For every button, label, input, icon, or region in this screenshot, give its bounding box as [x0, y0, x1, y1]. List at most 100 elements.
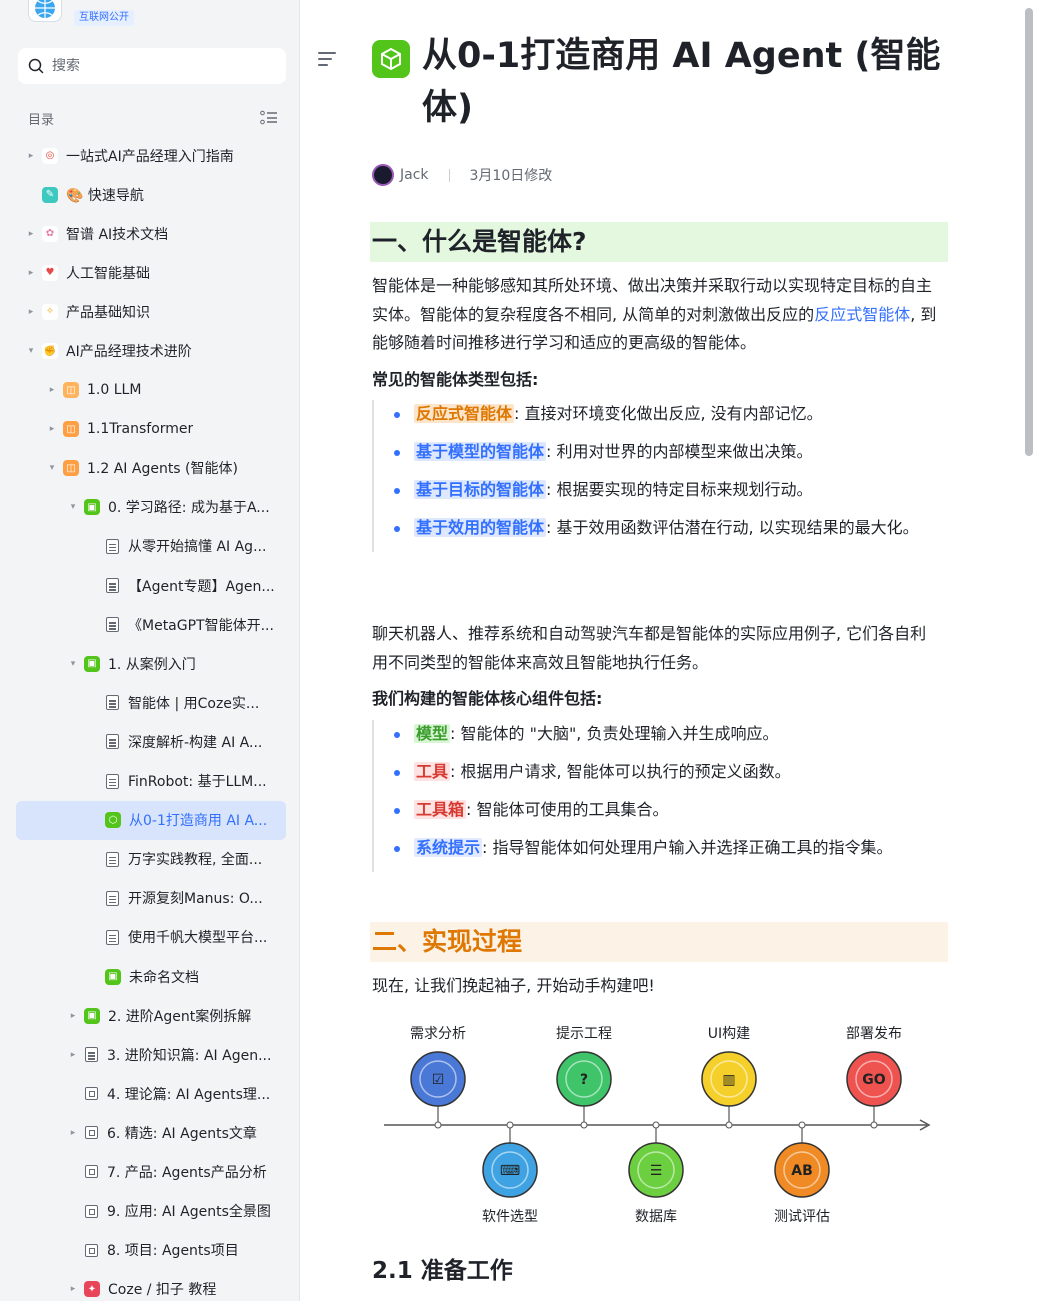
toc-item[interactable]: 使用千帆大模型平台...: [16, 918, 286, 957]
section-heading-1: 一、什么是智能体?: [370, 222, 948, 262]
box-doc-icon: [85, 1126, 98, 1140]
timeline-node: GO 部署发布: [846, 1026, 902, 1129]
timeline-node: ? 提示工程: [556, 1026, 612, 1129]
flexed-biceps-emoji-icon: ✊: [42, 343, 58, 360]
collapse-arrow-icon[interactable]: ▸: [26, 307, 36, 317]
collapse-arrow-icon[interactable]: ▸: [47, 424, 57, 434]
search-input[interactable]: [52, 58, 252, 74]
svg-text:☑: ☑: [432, 1072, 445, 1088]
toc-item[interactable]: ▸ ✧ 产品基础知识: [16, 292, 286, 331]
toc-item-label: AI产品经理技术进阶: [66, 344, 192, 361]
document-pane: 从0-1打造商用 AI Agent (智能体) Jack 3月10日修改 一、什…: [300, 0, 1020, 1301]
toc-item[interactable]: ▸ ◫ 1.1Transformer: [16, 410, 286, 449]
toc-item[interactable]: ▾ ▣ 0. 学习路径: 成为基于A...: [16, 488, 286, 527]
collapse-arrow-icon[interactable]: ▸: [68, 1011, 78, 1021]
list-item: 工具: 根据用户请求, 智能体可以执行的预定义函数。: [392, 758, 942, 787]
toc-item[interactable]: ▸ 6. 精选: AI Agents文章: [16, 1113, 286, 1152]
toc-item[interactable]: ▸ ♥ 人工智能基础: [16, 253, 286, 292]
expand-arrow-icon[interactable]: ▾: [68, 659, 78, 669]
dizzy-emoji-icon: ✧: [42, 303, 58, 320]
scrollbar[interactable]: [1020, 0, 1045, 1301]
timeline-node: ⌨ 软件选型: [482, 1121, 538, 1225]
toc-item-label: 1.0 LLM: [87, 382, 142, 399]
toc-item-label: 1. 从案例入门: [108, 656, 196, 673]
toc-item-label: 从零开始搞懂 AI Ag...: [128, 539, 267, 556]
toc-item[interactable]: 9. 应用: AI Agents全景图: [16, 1192, 286, 1231]
toc-item-label: 深度解析-构建 AI A...: [128, 734, 263, 751]
toc-item-label: 6. 精选: AI Agents文章: [107, 1125, 257, 1142]
toc-item[interactable]: 【Agent专题】Agen...: [16, 566, 286, 605]
toc-item[interactable]: ▾ ◫ 1.2 AI Agents (智能体): [16, 449, 286, 488]
expand-arrow-icon[interactable]: ▾: [26, 346, 36, 356]
toc-item[interactable]: ✎ 🎨 快速导航: [16, 175, 286, 214]
modified-time: 3月10日修改: [469, 168, 553, 184]
timeline-node: ☑ 需求分析: [410, 1026, 466, 1129]
toc-item-label: 智谱 AI技术文档: [66, 226, 169, 243]
toc-item-label: 1.2 AI Agents (智能体): [87, 461, 238, 478]
toc-item-label: 使用千帆大模型平台...: [128, 930, 268, 947]
collapse-arrow-icon[interactable]: ▸: [68, 1128, 78, 1138]
toc-item-label: 3. 进阶知识篇: AI Agen...: [107, 1047, 272, 1064]
outline-menu-icon[interactable]: [318, 52, 336, 66]
wiki-logo-icon[interactable]: [28, 0, 62, 22]
collapse-arrow-icon[interactable]: ▸: [68, 1050, 78, 1060]
term-description: : 直接对环境变化做出反应, 没有内部记忆。: [514, 404, 823, 423]
toc-item[interactable]: ▸ ▣ 2. 进阶Agent案例拆解: [16, 996, 286, 1035]
doc-icon: [85, 1047, 98, 1063]
scrollbar-thumb[interactable]: [1025, 8, 1033, 456]
toc-item[interactable]: 《MetaGPT智能体开...: [16, 605, 286, 644]
components-list: 模型: 智能体的 "大脑", 负责处理输入并生成响应。 工具: 根据用户请求, 智…: [372, 720, 942, 872]
list-view-icon[interactable]: [260, 110, 278, 126]
toc-item[interactable]: ▸ ✦ Coze / 扣子 教程: [16, 1270, 286, 1301]
toc-item[interactable]: FinRobot: 基于LLM...: [16, 762, 286, 801]
toc-item[interactable]: 深度解析-构建 AI A...: [16, 722, 286, 761]
toc-item[interactable]: 7. 产品: Agents产品分析: [16, 1152, 286, 1191]
collapse-arrow-icon[interactable]: ▸: [26, 229, 36, 239]
avatar[interactable]: [372, 164, 394, 186]
collapse-arrow-icon[interactable]: ▸: [26, 151, 36, 161]
toc-item[interactable]: ▸ ◫ 1.0 LLM: [16, 371, 286, 410]
toc-item[interactable]: ▸ ◎ 一站式AI产品经理入门指南: [16, 136, 286, 175]
expand-arrow-icon[interactable]: ▾: [68, 502, 78, 512]
svg-text:?: ?: [580, 1072, 588, 1088]
doc-icon: [106, 695, 119, 711]
toc-item-label: 万字实践教程, 全面...: [128, 852, 263, 869]
toc-item[interactable]: 4. 理论篇: AI Agents理...: [16, 1074, 286, 1113]
box-doc-icon: [85, 1204, 98, 1218]
svg-text:GO: GO: [862, 1072, 885, 1088]
collapse-arrow-icon[interactable]: ▸: [26, 268, 36, 278]
collapse-arrow-icon[interactable]: ▸: [47, 385, 57, 395]
toc-item[interactable]: 万字实践教程, 全面...: [16, 840, 286, 879]
search-box[interactable]: [18, 48, 286, 84]
section-heading-2: 二、实现过程: [370, 922, 948, 962]
timeline-label: 数据库: [635, 1209, 677, 1225]
toc-item[interactable]: 开源复刻Manus: O...: [16, 879, 286, 918]
list-item: 基于效用的智能体: 基于效用函数评估潜在行动, 以实现结果的最大化。: [392, 514, 942, 543]
doc-cube-icon: [372, 40, 410, 78]
reactive-agent-link[interactable]: 反应式智能体: [814, 305, 910, 324]
green-cube-icon: ⬡: [105, 812, 121, 829]
app-window: 互联网公开 目录 ▸ ◎ 一站式AI产品经理入门指南 ✎ 🎨 快速导航 ▸ ✿ 智谱 AI技术…: [0, 0, 1045, 1301]
toc-item[interactable]: ⬡ 从0-1打造商用 AI A...: [16, 800, 286, 840]
toc-item[interactable]: ▸ ✿ 智谱 AI技术文档: [16, 214, 286, 253]
list-item: 模型: 智能体的 "大脑", 负责处理输入并生成响应。: [392, 720, 942, 749]
build-intro-paragraph: 现在, 让我们挽起袖子, 开始动手构建吧!: [372, 976, 655, 995]
toc-item[interactable]: 智能体 | 用Coze实...: [16, 683, 286, 722]
expand-arrow-icon[interactable]: ▾: [47, 463, 57, 473]
toc-item[interactable]: ▸ 3. 进阶知识篇: AI Agen...: [16, 1035, 286, 1074]
timeline-label: 软件选型: [482, 1209, 538, 1225]
public-badge: 互联网公开: [74, 10, 134, 26]
timeline-node: AB 测试评估: [774, 1121, 830, 1225]
term-description: : 根据用户请求, 智能体可以执行的预定义函数。: [450, 762, 791, 781]
coze-emoji-icon: ✦: [84, 1281, 100, 1298]
toc-item[interactable]: 8. 项目: Agents项目: [16, 1231, 286, 1270]
toc-item-label: 智能体 | 用Coze实...: [128, 695, 260, 712]
toc-item[interactable]: ▾ ✊ AI产品经理技术进阶: [16, 331, 286, 370]
author-name[interactable]: Jack: [400, 167, 429, 183]
toc-label: 目录: [28, 112, 55, 128]
toc-item[interactable]: ▣ 未命名文档: [16, 957, 286, 996]
toc-tree: ▸ ◎ 一站式AI产品经理入门指南 ✎ 🎨 快速导航 ▸ ✿ 智谱 AI技术文档 ▸ ♥ 人工智能基…: [16, 136, 286, 1301]
toc-item[interactable]: 从零开始搞懂 AI Ag...: [16, 527, 286, 566]
collapse-arrow-icon[interactable]: ▸: [68, 1284, 78, 1294]
toc-item[interactable]: ▾ ▣ 1. 从案例入门: [16, 644, 286, 683]
